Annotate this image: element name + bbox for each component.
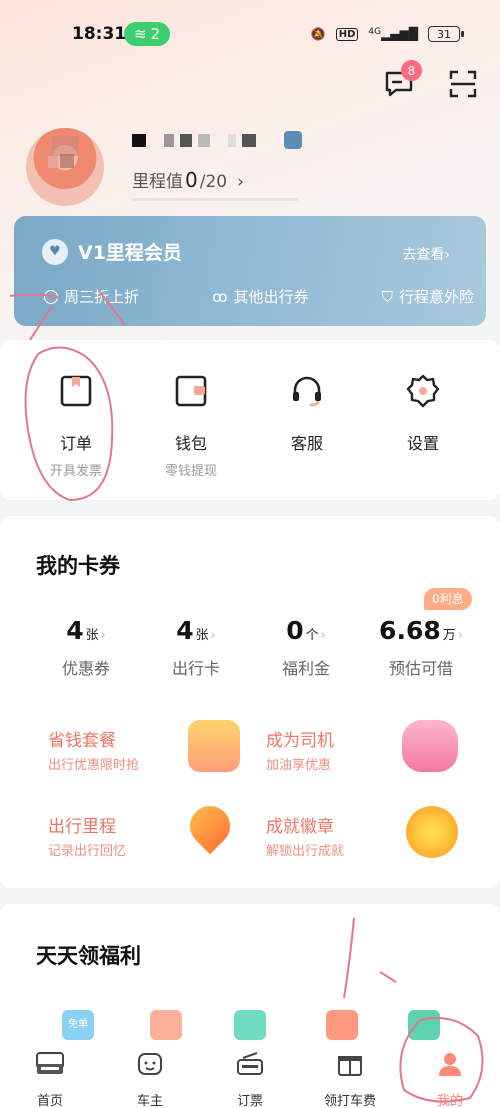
interest-badge: 0利息 xyxy=(424,588,472,610)
wifi-icon: ≋ xyxy=(133,25,147,43)
benefit-coupon[interactable]: ꝏ 其他出行券 xyxy=(212,286,308,307)
hd-icon: HD xyxy=(335,27,359,41)
shopping-bag-icon xyxy=(188,720,240,772)
member-benefits: 周三折上折 ꝏ 其他出行券 ⛉ 行程意外险 xyxy=(44,286,474,307)
tab-taxi-fee[interactable]: 领打车费 xyxy=(310,1050,390,1108)
stat-travel-cards[interactable]: 4 张 › 出行卡 xyxy=(136,616,256,679)
my-cards-section: 我的卡券 0利息 4 张 › 优惠券 4 张 › 出行卡 0 个 › 福利金 6.68 万 › … xyxy=(0,516,500,888)
message-badge: 8 xyxy=(401,60,422,81)
gift-box-icon[interactable] xyxy=(150,1010,182,1040)
quick-label: 客服 xyxy=(290,434,323,453)
edit-card-icon[interactable] xyxy=(408,1010,440,1040)
status-icons: 🔕 HD 4G▂▄▆█ 31 xyxy=(310,26,464,42)
hotspot-indicator: ≋ 2 xyxy=(124,22,170,46)
red-envelope-icon[interactable] xyxy=(326,1010,358,1040)
stat-coupons[interactable]: 4 张 › 优惠券 xyxy=(26,616,146,679)
badge-medal-icon xyxy=(406,806,458,858)
member-title: ♥ V1里程会员 xyxy=(42,238,182,265)
mileage-max: /20 xyxy=(199,172,228,192)
headset-icon xyxy=(293,376,321,407)
benefit-insurance[interactable]: ⛉ 行程意外险 xyxy=(382,286,474,307)
tab-profile[interactable]: 我的 xyxy=(410,1050,490,1108)
tab-car-owner[interactable]: 车主 xyxy=(110,1050,190,1108)
battery-icon: 31 xyxy=(428,26,464,42)
stat-welfare-fund[interactable]: 0 个 › 福利金 xyxy=(246,616,366,679)
quick-label: 订单 xyxy=(59,434,92,453)
benefit-discount[interactable]: 周三折上折 xyxy=(44,286,139,307)
status-time: 18:31 xyxy=(72,24,127,44)
view-member-link[interactable]: 去查看› xyxy=(402,244,450,264)
quick-settings[interactable]: 设置 xyxy=(373,374,473,454)
quick-sub: 开具发票 xyxy=(49,464,102,479)
promo-achievement-badge[interactable]: 成就徽章 解锁出行成就 xyxy=(266,806,486,882)
pink-car-icon xyxy=(402,720,458,772)
member-card[interactable]: ♥ V1里程会员 去查看› 周三折上折 ꝏ 其他出行券 ⛉ 行程意外险 xyxy=(14,216,486,326)
shield-icon: ⛉ xyxy=(381,287,393,306)
vip-logo-icon: ♥ xyxy=(42,238,68,265)
section-title: 天天领福利 xyxy=(36,944,141,968)
promo-savings-package[interactable]: 省钱套餐 出行优惠限时抢 xyxy=(48,720,268,796)
mileage-link[interactable]: 里程值 0 /20 › xyxy=(132,167,244,192)
mileage-value: 0 xyxy=(185,168,198,192)
mute-bell-icon: 🔕 xyxy=(310,27,326,41)
free-ride-coupon-icon[interactable]: 免单 xyxy=(62,1010,94,1040)
mileage-progress xyxy=(132,198,298,201)
chevron-right-icon: › xyxy=(444,247,450,263)
promo-become-driver[interactable]: 成为司机 加油享优惠 xyxy=(266,720,486,796)
member-title-text: V1里程会员 xyxy=(78,242,182,264)
car-owner-icon xyxy=(138,1053,162,1075)
ticket-icon xyxy=(237,1052,263,1075)
profile-icon xyxy=(439,1053,461,1076)
quick-sub: 零钱提现 xyxy=(164,464,217,479)
section-title: 我的卡券 xyxy=(36,554,120,578)
tab-tickets[interactable]: 订票 xyxy=(210,1050,290,1108)
bike-icon: ꝏ xyxy=(212,287,228,306)
location-pin-icon xyxy=(181,797,239,855)
scan-icon[interactable] xyxy=(449,70,477,98)
hotspot-count: 2 xyxy=(150,25,161,43)
tab-home[interactable]: 首页 xyxy=(10,1050,90,1108)
gear-icon xyxy=(406,374,440,408)
gift-icon xyxy=(338,1056,362,1076)
order-icon xyxy=(60,375,92,407)
chevron-right-icon: › xyxy=(237,172,244,192)
mileage-label: 里程值 xyxy=(132,172,183,192)
vip-badge-icon xyxy=(284,131,302,149)
stat-loan[interactable]: 6.68 万 › 预估可借 xyxy=(356,616,486,679)
wallet-icon xyxy=(175,375,207,407)
graduation-cap-icon[interactable] xyxy=(234,1010,266,1040)
quick-order[interactable]: 订单 开具发票 xyxy=(26,374,126,479)
username-masked xyxy=(132,131,302,149)
signal-icon: 4G▂▄▆█ xyxy=(368,27,418,41)
promo-travel-mileage[interactable]: 出行里程 记录出行回忆 xyxy=(48,797,268,882)
avatar[interactable] xyxy=(26,128,104,206)
quick-wallet[interactable]: 钱包 零钱提现 xyxy=(141,374,241,479)
discount-icon xyxy=(44,289,58,304)
bottom-tab-bar: 首页 车主 订票 领打车费 我的 xyxy=(0,1040,500,1108)
quick-actions: 订单 开具发票 钱包 零钱提现 客服 设置 xyxy=(0,340,500,500)
quick-label: 设置 xyxy=(406,434,439,453)
quick-service[interactable]: 客服 xyxy=(257,374,357,454)
quick-label: 钱包 xyxy=(174,434,207,453)
status-bar: 18:31 ≋ 2 🔕 HD 4G▂▄▆█ 31 xyxy=(0,20,500,50)
home-car-icon xyxy=(36,1052,64,1074)
